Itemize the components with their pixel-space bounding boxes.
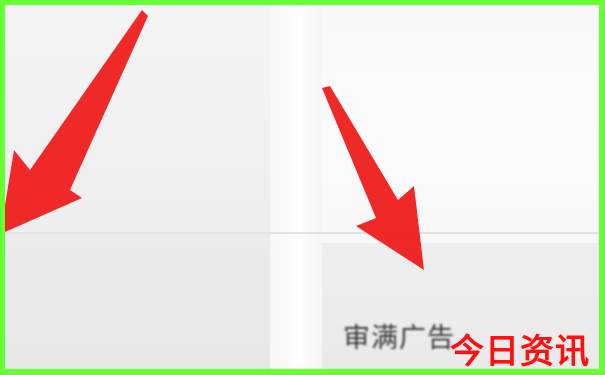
watermark-text: 今日资讯 xyxy=(450,332,590,372)
annotation-arrows xyxy=(5,10,424,270)
arrow-left-icon xyxy=(5,10,148,232)
arrow-right-icon xyxy=(322,86,424,270)
